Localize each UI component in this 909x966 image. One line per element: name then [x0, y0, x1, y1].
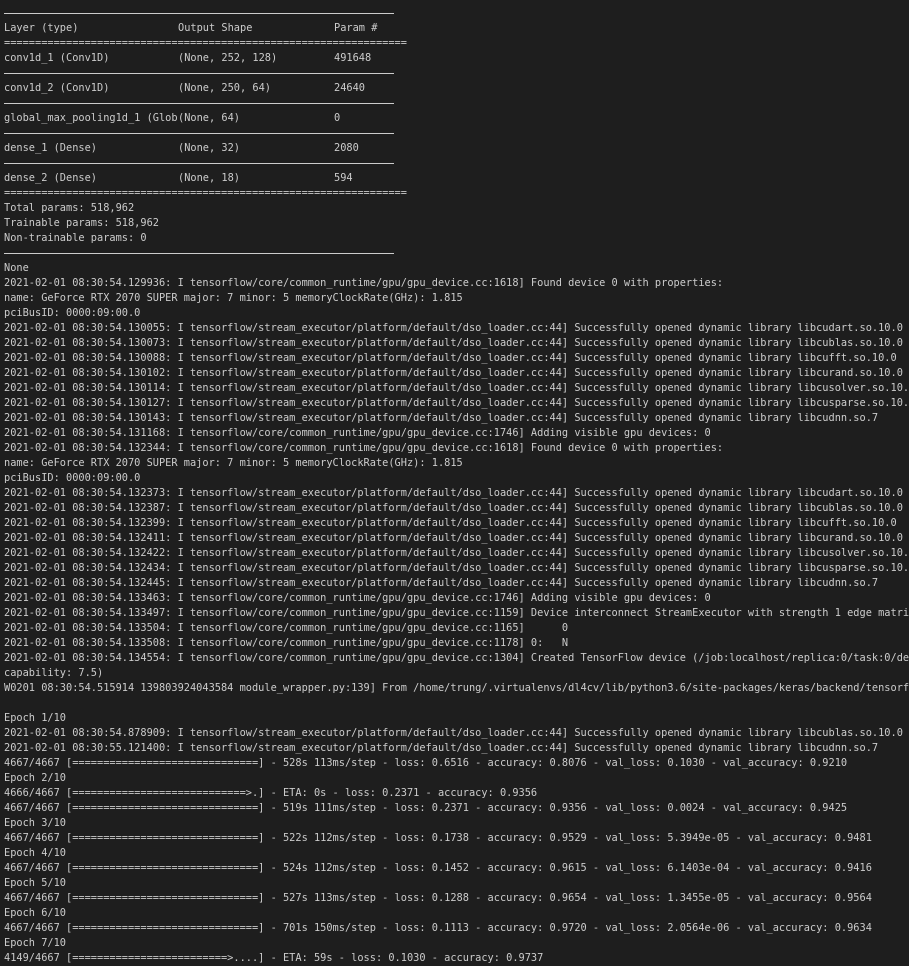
log-line: 4667/4667 [=============================…: [4, 757, 848, 769]
header-param: Param #: [334, 22, 378, 34]
log-line: 2021-02-01 08:30:54.132422: I tensorflow…: [4, 547, 909, 559]
param-count: 0: [334, 112, 341, 124]
log-line: 2021-02-01 08:30:54.130114: I tensorflow…: [4, 382, 909, 394]
layer-name: conv1d_1 (Conv1D): [4, 52, 110, 64]
header-output-shape: Output Shape: [178, 22, 253, 34]
total-params: Total params: 518,962: [4, 202, 135, 214]
log-line: 2021-02-01 08:30:54.132411: I tensorflow…: [4, 532, 903, 544]
log-line: 4667/4667 [=============================…: [4, 862, 872, 874]
summary-eq-rule: ========================================…: [4, 187, 407, 199]
summary-row: dense_1 (Dense) (None, 32) 2080: [0, 141, 909, 156]
log-line: 2021-02-01 08:30:54.130102: I tensorflow…: [4, 367, 903, 379]
log-line: pciBusID: 0000:09:00.0: [4, 472, 141, 484]
log-line: 2021-02-01 08:30:54.132399: I tensorflow…: [4, 517, 897, 529]
layer-name: dense_1 (Dense): [4, 142, 97, 154]
log-line: Epoch 5/10: [4, 877, 66, 889]
log-line: 2021-02-01 08:30:54.133508: I tensorflow…: [4, 637, 569, 649]
log-line: 4667/4667 [=============================…: [4, 802, 848, 814]
non-trainable-params: Non-trainable params: 0: [4, 232, 147, 244]
log-line: 2021-02-01 08:30:54.133497: I tensorflow…: [4, 607, 909, 619]
log-line: 2021-02-01 08:30:54.132434: I tensorflow…: [4, 562, 909, 574]
log-line: W0201 08:30:54.515914 139803924043584 mo…: [4, 682, 909, 694]
log-line: Epoch 1/10: [4, 712, 66, 724]
log-line: 4149/4667 [=========================>...…: [4, 952, 544, 964]
log-line: 2021-02-01 08:30:54.133504: I tensorflow…: [4, 622, 569, 634]
log-line: 2021-02-01 08:30:54.134554: I tensorflow…: [4, 652, 909, 664]
summary-row-rule: [0, 126, 909, 141]
layer-name: global_max_pooling1d_1 (Glob: [4, 112, 178, 124]
layer-name: dense_2 (Dense): [4, 172, 97, 184]
log-line: None: [4, 262, 29, 274]
summary-row: global_max_pooling1d_1 (Glob (None, 64) …: [0, 111, 909, 126]
log-line: Epoch 3/10: [4, 817, 66, 829]
log-line: name: GeForce RTX 2070 SUPER major: 7 mi…: [4, 457, 463, 469]
log-line: 2021-02-01 08:30:54.130073: I tensorflow…: [4, 337, 903, 349]
terminal-output[interactable]: Layer (type) Output Shape Param # ======…: [0, 0, 909, 966]
log-line: Epoch 4/10: [4, 847, 66, 859]
summary-row: dense_2 (Dense) (None, 18) 594: [0, 171, 909, 186]
summary-top-rule: [0, 6, 909, 21]
log-line: 2021-02-01 08:30:54.130088: I tensorflow…: [4, 352, 897, 364]
log-line: 2021-02-01 08:30:54.130055: I tensorflow…: [4, 322, 903, 334]
param-count: 594: [334, 172, 353, 184]
log-line: 2021-02-01 08:30:54.129936: I tensorflow…: [4, 277, 724, 289]
log-line: 2021-02-01 08:30:54.131168: I tensorflow…: [4, 427, 711, 439]
log-line: 2021-02-01 08:30:55.121400: I tensorflow…: [4, 742, 879, 754]
log-line: 2021-02-01 08:30:54.132344: I tensorflow…: [4, 442, 724, 454]
summary-row: conv1d_2 (Conv1D) (None, 250, 64) 24640: [0, 81, 909, 96]
log-line: 2021-02-01 08:30:54.132373: I tensorflow…: [4, 487, 903, 499]
summary-row: conv1d_1 (Conv1D) (None, 252, 128) 49164…: [0, 51, 909, 66]
summary-header-row: Layer (type) Output Shape Param #: [0, 21, 909, 36]
log-line: pciBusID: 0000:09:00.0: [4, 307, 141, 319]
log-line: 2021-02-01 08:30:54.132445: I tensorflow…: [4, 577, 879, 589]
log-line: Epoch 7/10: [4, 937, 66, 949]
summary-bottom-rule: [0, 246, 909, 261]
param-count: 24640: [334, 82, 365, 94]
log-output: None 2021-02-01 08:30:54.129936: I tenso…: [0, 261, 909, 966]
summary-row-rule: [0, 156, 909, 171]
log-line: Epoch 2/10: [4, 772, 66, 784]
param-count: 2080: [334, 142, 359, 154]
log-line: 2021-02-01 08:30:54.130127: I tensorflow…: [4, 397, 909, 409]
summary-row-rule: [0, 96, 909, 111]
log-line: capability: 7.5): [4, 667, 104, 679]
output-shape: (None, 252, 128): [178, 52, 278, 64]
log-line: name: GeForce RTX 2070 SUPER major: 7 mi…: [4, 292, 463, 304]
param-count: 491648: [334, 52, 372, 64]
trainable-params: Trainable params: 518,962: [4, 217, 159, 229]
summary-row-rule: [0, 66, 909, 81]
summary-eq-rule: ========================================…: [4, 37, 407, 49]
output-shape: (None, 250, 64): [178, 82, 271, 94]
log-line: 4667/4667 [=============================…: [4, 922, 872, 934]
layer-name: conv1d_2 (Conv1D): [4, 82, 110, 94]
log-line: 4667/4667 [=============================…: [4, 832, 872, 844]
log-line: 2021-02-01 08:30:54.133463: I tensorflow…: [4, 592, 711, 604]
log-line: 4667/4667 [=============================…: [4, 892, 872, 904]
output-shape: (None, 32): [178, 142, 240, 154]
log-line: 2021-02-01 08:30:54.878909: I tensorflow…: [4, 727, 903, 739]
output-shape: (None, 18): [178, 172, 240, 184]
log-line: 4666/4667 [============================>…: [4, 787, 538, 799]
header-layer: Layer (type): [4, 22, 79, 34]
log-line: Epoch 6/10: [4, 907, 66, 919]
log-line: 2021-02-01 08:30:54.130143: I tensorflow…: [4, 412, 879, 424]
output-shape: (None, 64): [178, 112, 240, 124]
log-line: 2021-02-01 08:30:54.132387: I tensorflow…: [4, 502, 903, 514]
